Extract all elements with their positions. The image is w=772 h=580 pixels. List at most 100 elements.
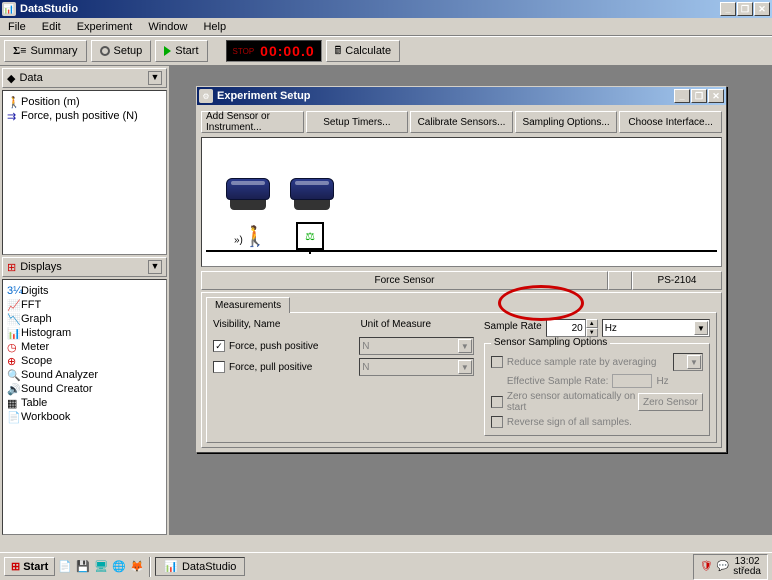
displays-panel-header[interactable]: ⊞ Displays ▼: [2, 257, 167, 277]
inner-window-controls: _ ❐ ✕: [674, 89, 724, 103]
start-button[interactable]: Start: [155, 40, 207, 62]
task-label: DataStudio: [182, 561, 236, 573]
close-button[interactable]: ✕: [754, 2, 770, 16]
taskbar-task-datastudio[interactable]: 📊 DataStudio: [155, 557, 245, 576]
calculate-label: Calculate: [345, 45, 391, 57]
workbook-icon: 📄: [7, 411, 19, 423]
pull-unit-value: N: [362, 362, 369, 373]
sample-rate-input[interactable]: [546, 319, 586, 337]
summary-button[interactable]: Σ≡Summary: [4, 40, 87, 62]
push-unit-combo[interactable]: N▼: [359, 337, 474, 355]
sampling-options-button[interactable]: Sampling Options...: [515, 111, 618, 133]
data-item-position[interactable]: 🚶Position (m): [5, 95, 164, 109]
display-histogram[interactable]: 📊Histogram: [5, 326, 164, 340]
maximize-button[interactable]: ❐: [737, 2, 753, 16]
display-digits[interactable]: 3¼Digits: [5, 284, 164, 298]
measurement-row-pull: Force, pull positive N▼: [213, 358, 474, 376]
pull-unit-combo[interactable]: N▼: [359, 358, 474, 376]
scope-icon: ⊕: [7, 355, 19, 367]
measurements-form: Visibility, Name Unit of Measure ✓ Force…: [206, 312, 717, 443]
sensor-config-panel: Measurements Visibility, Name Unit of Me…: [201, 292, 722, 448]
push-checkbox[interactable]: ✓: [213, 340, 225, 352]
measurements-tab[interactable]: Measurements: [206, 297, 290, 313]
spinner-up-button[interactable]: ▲: [586, 319, 598, 328]
experiment-setup-window: ⚙ Experiment Setup _ ❐ ✕ Add Sensor or I…: [196, 86, 727, 453]
sampling-options-title: Sensor Sampling Options: [491, 337, 610, 348]
data-panel-header[interactable]: ◆ Data ▼: [2, 68, 167, 88]
interface-hub-1[interactable]: [226, 178, 270, 210]
sample-rate-unit-combo[interactable]: Hz▼: [602, 319, 710, 337]
pull-checkbox[interactable]: [213, 361, 225, 373]
setup-button-row: Add Sensor or Instrument... Setup Timers…: [201, 111, 722, 133]
play-icon: [164, 46, 171, 56]
motion-icon: 🚶: [7, 96, 19, 108]
data-dropdown-icon[interactable]: ▼: [148, 71, 162, 85]
ql-icon-1[interactable]: 📄: [57, 559, 73, 575]
tray-icon-1[interactable]: 🛡: [700, 561, 713, 572]
window-controls: _ ❐ ✕: [720, 2, 770, 16]
menu-window[interactable]: Window: [144, 20, 191, 34]
gear-icon: [100, 46, 110, 56]
experiment-setup-titlebar[interactable]: ⚙ Experiment Setup _ ❐ ✕: [197, 87, 726, 105]
reverse-sign-checkbox: [491, 416, 503, 428]
displays-dropdown-icon[interactable]: ▼: [148, 260, 162, 274]
display-table[interactable]: ▦Table: [5, 396, 164, 410]
force-sensor-icon[interactable]: ⚖: [296, 222, 324, 250]
display-sound-creator[interactable]: 🔊Sound Creator: [5, 382, 164, 396]
minimize-button[interactable]: _: [720, 2, 736, 16]
spinner-down-button[interactable]: ▼: [586, 328, 598, 337]
interface-hub-2[interactable]: [290, 178, 334, 210]
sensor-canvas[interactable]: »)🚶 ⚖: [201, 137, 722, 267]
display-label: Digits: [21, 285, 49, 297]
reduce-rate-combo: ▼: [673, 353, 703, 371]
sound-creator-icon: 🔊: [7, 383, 19, 395]
menu-edit[interactable]: Edit: [38, 20, 65, 34]
setup-label: Setup: [114, 45, 143, 57]
system-tray[interactable]: 🛡 💬 13:02 středa: [693, 554, 768, 580]
sensor-sampling-options: Sensor Sampling Options Reduce sample ra…: [484, 343, 710, 436]
display-workbook[interactable]: 📄Workbook: [5, 410, 164, 424]
setup-timers-button[interactable]: Setup Timers...: [306, 111, 409, 133]
inner-maximize-button[interactable]: ❐: [691, 89, 707, 103]
tray-icon-2[interactable]: 💬: [717, 561, 729, 572]
ql-icon-3[interactable]: 🖥: [93, 559, 109, 575]
measurements-left: Visibility, Name Unit of Measure ✓ Force…: [213, 319, 474, 436]
experiment-setup-body: Add Sensor or Instrument... Setup Timers…: [197, 105, 726, 452]
calibrate-sensors-button[interactable]: Calibrate Sensors...: [410, 111, 513, 133]
sample-rate-spinner[interactable]: ▲ ▼: [546, 319, 598, 337]
menu-help[interactable]: Help: [199, 20, 230, 34]
setup-button[interactable]: Setup: [91, 40, 152, 62]
data-item-force[interactable]: ⇉Force, push positive (N): [5, 109, 164, 123]
unit-label: Unit of Measure: [360, 319, 473, 330]
inner-close-button[interactable]: ✕: [708, 89, 724, 103]
menubar: File Edit Experiment Window Help: [0, 18, 772, 36]
zero-sensor-row: Zero sensor automatically on start Zero …: [491, 391, 703, 413]
menu-experiment[interactable]: Experiment: [73, 20, 137, 34]
windows-flag-icon: ⊞: [11, 560, 20, 573]
zero-sensor-button[interactable]: Zero Sensor: [638, 393, 703, 411]
app-titlebar: 📊 DataStudio _ ❐ ✕: [0, 0, 772, 18]
start-menu-button[interactable]: ⊞ Start: [4, 557, 55, 576]
motion-sensor-icon[interactable]: »)🚶: [234, 224, 268, 249]
window-icon: ⚙: [199, 89, 213, 103]
choose-interface-button[interactable]: Choose Interface...: [619, 111, 722, 133]
display-meter[interactable]: ◷Meter: [5, 340, 164, 354]
app-title: DataStudio: [20, 3, 720, 15]
sound-analyzer-icon: 🔍: [7, 369, 19, 381]
add-sensor-button[interactable]: Add Sensor or Instrument...: [201, 111, 304, 133]
ql-icon-5[interactable]: 🦊: [129, 559, 145, 575]
ql-icon-2[interactable]: 💾: [75, 559, 91, 575]
menu-file[interactable]: File: [4, 20, 30, 34]
ql-icon-4[interactable]: 🌐: [111, 559, 127, 575]
measurement-row-push: ✓ Force, push positive N▼: [213, 337, 474, 355]
histogram-icon: 📊: [7, 327, 19, 339]
display-fft[interactable]: 📈FFT: [5, 298, 164, 312]
chevron-down-icon: ▼: [687, 355, 701, 369]
calculate-button[interactable]: 🖩Calculate: [326, 40, 400, 62]
inner-minimize-button[interactable]: _: [674, 89, 690, 103]
data-item-label: Force, push positive (N): [21, 110, 138, 122]
display-graph[interactable]: 📉Graph: [5, 312, 164, 326]
timer-stop-label: STOP: [233, 47, 255, 56]
display-sound-analyzer[interactable]: 🔍Sound Analyzer: [5, 368, 164, 382]
display-scope[interactable]: ⊕Scope: [5, 354, 164, 368]
